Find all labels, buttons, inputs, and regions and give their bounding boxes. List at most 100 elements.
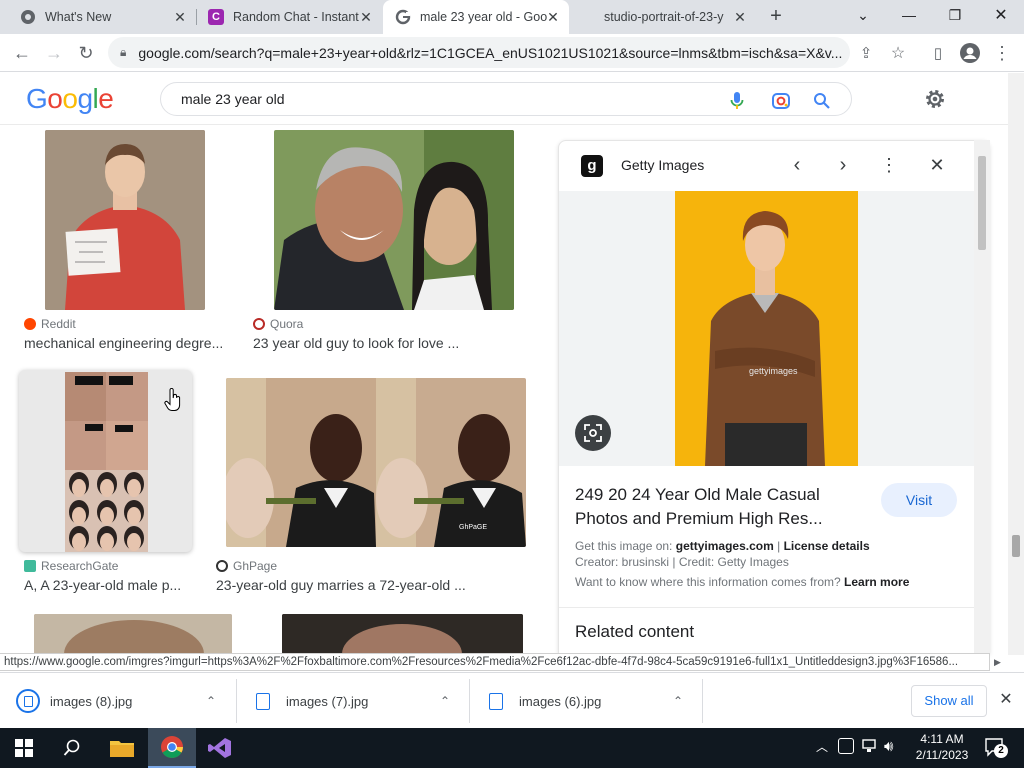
chevron-up-icon[interactable]: ⌃ (673, 694, 683, 708)
system-clock[interactable]: 4:11 AM 2/11/2023 (912, 731, 972, 763)
result-thumbnail[interactable] (45, 130, 205, 310)
lens-search-button[interactable] (575, 415, 611, 451)
close-window-icon[interactable]: ✕ (978, 0, 1024, 30)
result-source[interactable]: Reddit (24, 317, 76, 331)
tab-title: What's New (45, 10, 112, 24)
browser-toolbar: ← → ↻ 🔒︎ google.com/search?q=male+23+yea… (0, 34, 1024, 72)
panel-site-name[interactable]: Getty Images (621, 157, 704, 173)
result-caption[interactable]: mechanical engineering degre... (24, 335, 228, 351)
logo-letter: e (98, 83, 114, 114)
google-logo[interactable]: Google (26, 83, 114, 115)
tab-whats-new[interactable]: What's New ✕ (0, 0, 196, 34)
next-image-icon[interactable]: › (831, 153, 855, 177)
profile-avatar[interactable] (956, 39, 984, 67)
close-panel-icon[interactable]: ✕ (925, 153, 949, 177)
scroll-right-icon[interactable]: ▶ (994, 654, 1004, 670)
result-caption[interactable]: A, A 23-year-old male p... (24, 577, 194, 593)
info-question: Want to know where this information come… (575, 575, 841, 589)
chrome-icon[interactable] (148, 728, 196, 768)
tab-male-23-year-old[interactable]: male 23 year old - Goo ✕ (383, 0, 569, 34)
info-question-line: Want to know where this information come… (575, 575, 909, 589)
volume-icon[interactable]: 🔊︎ (884, 738, 893, 755)
close-tab-icon[interactable]: ✕ (732, 9, 748, 25)
result-thumbnail[interactable] (282, 614, 523, 654)
download-filename: images (6).jpg (519, 693, 602, 709)
source-name: Reddit (41, 317, 76, 331)
chevron-up-icon[interactable]: ⌃ (206, 694, 216, 708)
tab-title: Random Chat - Instant (233, 10, 359, 24)
bookmark-star-icon[interactable]: ☆ (884, 39, 912, 67)
address-url: google.com/search?q=male+23+year+old&rlz… (138, 44, 843, 61)
source-name: ResearchGate (41, 559, 119, 573)
tab-random-chat[interactable]: C Random Chat - Instant ✕ (196, 0, 382, 34)
divider (559, 607, 975, 608)
learn-more-link[interactable]: Learn more (844, 575, 909, 589)
close-tab-icon[interactable]: ✕ (358, 9, 374, 25)
visit-button[interactable]: Visit (881, 483, 957, 517)
file-icon (489, 692, 503, 710)
restore-icon[interactable]: ❐ (932, 0, 978, 30)
file-icon (256, 692, 270, 710)
side-panel-icon[interactable]: ▯ (924, 39, 952, 67)
search-input[interactable]: male 23 year old (160, 82, 852, 116)
menu-kebab-icon[interactable]: ⋮ (988, 39, 1016, 67)
download-item[interactable]: images (7).jpg ⌃ (256, 681, 456, 721)
result-source[interactable]: Quora (253, 317, 303, 331)
close-tab-icon[interactable]: ✕ (545, 9, 561, 25)
more-options-icon[interactable]: ⋮ (877, 153, 901, 177)
close-tab-icon[interactable]: ✕ (172, 9, 188, 25)
gear-icon[interactable] (924, 88, 946, 110)
tray-app-icon[interactable] (838, 738, 854, 754)
new-tab-icon[interactable]: + (764, 5, 788, 29)
chevron-up-icon[interactable]: ⌃ (440, 694, 450, 708)
download-item[interactable]: images (6).jpg ⌃ (489, 681, 689, 721)
preview-title[interactable]: 249 20 24 Year Old Male Casual Photos an… (575, 483, 855, 531)
result-caption[interactable]: 23-year-old guy marries a 72-year-old ..… (216, 577, 516, 593)
visual-studio-icon[interactable] (196, 728, 244, 768)
share-icon[interactable]: ⇪ (852, 39, 880, 67)
search-icon[interactable] (48, 728, 96, 768)
close-downloads-icon[interactable]: ✕ (996, 689, 1016, 713)
search-icon[interactable] (812, 91, 832, 111)
file-explorer-icon[interactable] (98, 728, 146, 768)
reload-icon[interactable]: ↻ (72, 39, 100, 67)
microphone-icon[interactable] (727, 91, 747, 111)
tab-studio-portrait[interactable]: studio-portrait-of-23-y ✕ (570, 0, 756, 34)
tray-chevron-icon[interactable]: ︿ (816, 738, 828, 755)
result-source[interactable]: ResearchGate (24, 559, 118, 573)
chrome-icon (20, 9, 36, 25)
logo-letter: G (26, 83, 48, 114)
notifications-icon[interactable]: 2 (984, 736, 1008, 758)
network-icon[interactable] (862, 739, 880, 753)
panel-scroll-thumb[interactable] (978, 156, 986, 250)
show-all-button[interactable]: Show all (911, 685, 987, 717)
result-thumbnail[interactable] (274, 130, 514, 310)
download-filename: images (7).jpg (286, 693, 369, 709)
panel-scrollbar[interactable] (974, 140, 990, 654)
previous-image-icon[interactable]: ‹ (785, 153, 809, 177)
divider (702, 679, 703, 723)
ghpage-icon (216, 560, 228, 572)
preview-image[interactable]: gettyimages (675, 191, 858, 466)
getty-logo-icon: g (581, 155, 603, 177)
get-image-site-link[interactable]: gettyimages.com (676, 539, 774, 553)
google-lens-icon[interactable] (771, 91, 791, 111)
address-bar[interactable]: 🔒︎ google.com/search?q=male+23+year+old&… (108, 37, 850, 68)
image-results: Reddit mechanical engineering degre... Q… (0, 126, 548, 654)
downloads-bar: images (8).jpg ⌃ images (7).jpg ⌃ images… (0, 672, 1024, 728)
tab-search-icon[interactable]: ⌄ (840, 0, 886, 30)
result-source[interactable]: GhPage (216, 559, 277, 573)
back-icon[interactable]: ← (8, 39, 36, 67)
result-thumbnail[interactable] (34, 614, 232, 654)
page-scroll-thumb[interactable] (1012, 535, 1020, 557)
license-details-link[interactable]: License details (784, 539, 870, 553)
result-caption[interactable]: 23 year old guy to look for love ... (253, 335, 533, 351)
windows-start-icon[interactable] (0, 728, 48, 768)
page-scrollbar[interactable] (1008, 73, 1024, 655)
download-item[interactable]: images (8).jpg ⌃ (16, 681, 226, 721)
image-preview-panel: g Getty Images ‹ › ⋮ ✕ gettyimages 249 2… (558, 140, 990, 654)
minimize-icon[interactable]: — (886, 0, 932, 30)
forward-icon[interactable]: → (40, 39, 68, 67)
reddit-icon (24, 318, 36, 330)
result-thumbnail[interactable]: GhPaGE (226, 378, 526, 547)
